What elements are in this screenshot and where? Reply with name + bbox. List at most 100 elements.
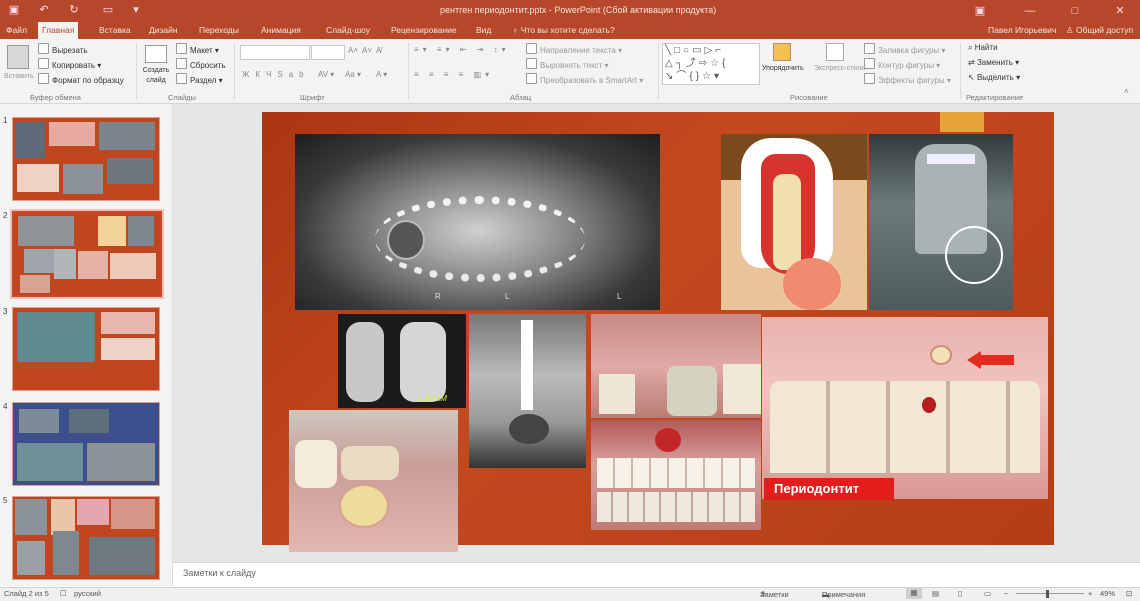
root-xray-image[interactable]: L.dentM <box>338 314 466 408</box>
notes-placeholder: Заметки к слайду <box>183 568 256 578</box>
collapse-ribbon-icon[interactable]: ˄ <box>1124 87 1129 96</box>
periapical-xray-image[interactable] <box>869 134 1013 310</box>
slide-thumbnail-1[interactable] <box>12 117 160 201</box>
reading-view-icon[interactable]: ▯ <box>958 589 962 598</box>
shape-fill-button[interactable]: Заливка фигуры ▾ <box>864 43 945 55</box>
share-button[interactable]: ♙ Общий доступ <box>1066 22 1133 39</box>
layout-button[interactable]: Макет ▾ <box>176 43 219 55</box>
slide-thumbnail-3[interactable] <box>12 307 160 391</box>
abscess-photo-image[interactable] <box>289 410 458 552</box>
save-icon[interactable]: ▣ <box>6 3 22 17</box>
editing-group-label: Редактирование <box>966 93 1024 102</box>
user-name[interactable]: Павел Игорьевич <box>988 22 1056 39</box>
replace-icon: ⇄ <box>968 58 977 67</box>
tab-file[interactable]: Файл <box>2 22 31 39</box>
slideshow-icon[interactable]: ▭ <box>100 3 116 17</box>
smartart-button[interactable]: Преобразовать в SmartArt ▾ <box>526 73 643 85</box>
tab-view[interactable]: Вид <box>472 22 495 39</box>
change-case-icon[interactable]: Aa ▾ <box>345 70 361 79</box>
slide-sorter-icon[interactable]: ▤ <box>932 589 939 598</box>
copy-button[interactable]: Копировать ▾ <box>38 58 101 70</box>
panoramic-xray-image[interactable]: R L L <box>295 134 660 310</box>
slide-thumbnail-4[interactable] <box>12 402 160 486</box>
new-slide-button[interactable]: Создать слайд <box>140 45 172 85</box>
normal-view-icon[interactable]: ▦ <box>906 588 922 599</box>
shape-effects-button[interactable]: Эффекты фигуры ▾ <box>864 73 951 85</box>
spellcheck-icon[interactable]: ☐ <box>60 589 67 598</box>
select-label: Выделить <box>976 73 1014 82</box>
tab-slideshow[interactable]: Слайд-шоу <box>322 22 374 39</box>
format-painter-button[interactable]: Формат по образцу <box>38 73 124 85</box>
tab-home[interactable]: Главная <box>38 22 79 39</box>
notes-pane[interactable]: Заметки к слайду <box>173 562 1140 587</box>
shape-outline-button[interactable]: Контур фигуры ▾ <box>864 58 940 70</box>
font-name-input[interactable] <box>240 45 310 60</box>
slide-thumbnail-pane[interactable]: 1 2 3 4 5 <box>0 104 173 586</box>
grow-font-icon[interactable]: A˄ <box>348 46 358 55</box>
font-style-buttons[interactable]: ЖКЧSab <box>242 70 310 79</box>
tooth-diagram-image[interactable] <box>721 134 867 310</box>
qat-menu-icon[interactable]: ▾ <box>128 3 144 17</box>
align-text-icon <box>526 58 537 69</box>
slide-thumbnail-2[interactable] <box>10 209 164 299</box>
caption-text: Периодонтит <box>774 481 860 496</box>
layout-icon <box>176 43 187 54</box>
align-buttons[interactable]: ≡ ≡ ≡ ≡ ▥▾ <box>414 70 493 79</box>
shrink-font-icon[interactable]: A˅ <box>362 46 372 55</box>
post-xray-image[interactable] <box>469 314 586 468</box>
font-color-icon[interactable]: A ▾ <box>376 70 387 79</box>
slide-canvas[interactable]: R L L L.dentM Периодонтит <box>262 112 1054 552</box>
periodontitis-photo-image[interactable] <box>762 317 1048 499</box>
zoom-level[interactable]: 49% <box>1100 589 1115 598</box>
fit-slide-icon[interactable]: ⊡ <box>1126 589 1132 598</box>
arrange-icon <box>773 43 791 61</box>
new-slide-icon <box>145 45 167 63</box>
undo-icon[interactable]: ↶ <box>36 3 52 17</box>
find-button[interactable]: ⌕ Найти <box>968 43 998 53</box>
zoom-slider-handle[interactable] <box>1046 590 1049 598</box>
language-indicator[interactable]: русский <box>74 589 101 598</box>
cut-button[interactable]: Вырезать <box>38 43 88 55</box>
ribbon-tabs: Файл Главная Вставка Дизайн Переходы Ани… <box>0 22 1140 39</box>
tab-animation[interactable]: Анимация <box>257 22 305 39</box>
zoom-slider[interactable] <box>1016 593 1084 594</box>
tell-me-search[interactable]: ♁ Что вы хотите сделать? <box>508 22 619 39</box>
redo-icon[interactable]: ↻ <box>66 3 82 17</box>
tab-transitions[interactable]: Переходы <box>195 22 243 39</box>
paste-button[interactable]: Вставить <box>4 45 34 80</box>
fistula-photo-image[interactable] <box>591 420 761 530</box>
arrange-button[interactable]: Упорядочить <box>762 43 804 72</box>
cut-label: Вырезать <box>52 46 88 55</box>
replace-button[interactable]: ⇄ Заменить ▾ <box>968 58 1019 67</box>
xray-marker: L <box>505 292 510 301</box>
tab-review[interactable]: Рецензирование <box>387 22 461 39</box>
zoom-out-icon[interactable]: − <box>1004 589 1008 598</box>
slide-thumbnail-5[interactable] <box>12 496 160 580</box>
minimize-icon[interactable]: — <box>1010 0 1050 22</box>
maximize-icon[interactable]: □ <box>1055 0 1095 22</box>
tab-design[interactable]: Дизайн <box>145 22 182 39</box>
select-button[interactable]: ↖ Выделить ▾ <box>968 73 1020 82</box>
font-size-input[interactable] <box>311 45 345 60</box>
list-buttons[interactable]: ≡▾ ≡▾ ⇤ ⇥ ↕▾ <box>414 45 510 54</box>
quick-styles-button[interactable]: Экспресс-стили <box>814 43 865 72</box>
section-button[interactable]: Раздел ▾ <box>176 73 223 85</box>
slides-group-label: Слайды <box>168 93 196 102</box>
paste-label: Вставить <box>4 73 34 80</box>
ribbon-options-icon[interactable]: ▣ <box>960 0 1000 22</box>
font-spacing-icon[interactable]: AV ▾ <box>318 70 334 79</box>
xray-signature: L.dentM <box>418 394 447 403</box>
shapes-gallery[interactable]: ╲□○▭▷⌐ △┐⤴⇨☆{↘⌒{}☆▾ <box>662 43 760 85</box>
find-label: Найти <box>974 43 998 52</box>
clear-format-icon[interactable]: A̸ <box>376 46 381 55</box>
close-icon[interactable]: ✕ <box>1100 0 1140 22</box>
slideshow-view-icon[interactable]: ▭ <box>984 589 991 598</box>
zoom-in-icon[interactable]: + <box>1088 589 1092 598</box>
reset-button[interactable]: Сбросить <box>176 58 226 70</box>
tab-insert[interactable]: Вставка <box>95 22 135 39</box>
gum-photo-image[interactable] <box>591 314 761 418</box>
shape-fill-label: Заливка фигуры <box>878 46 940 55</box>
thumbnail-number: 3 <box>3 307 8 316</box>
align-text-button[interactable]: Выровнять текст ▾ <box>526 58 609 70</box>
text-direction-button[interactable]: Направление текста ▾ <box>526 43 622 55</box>
